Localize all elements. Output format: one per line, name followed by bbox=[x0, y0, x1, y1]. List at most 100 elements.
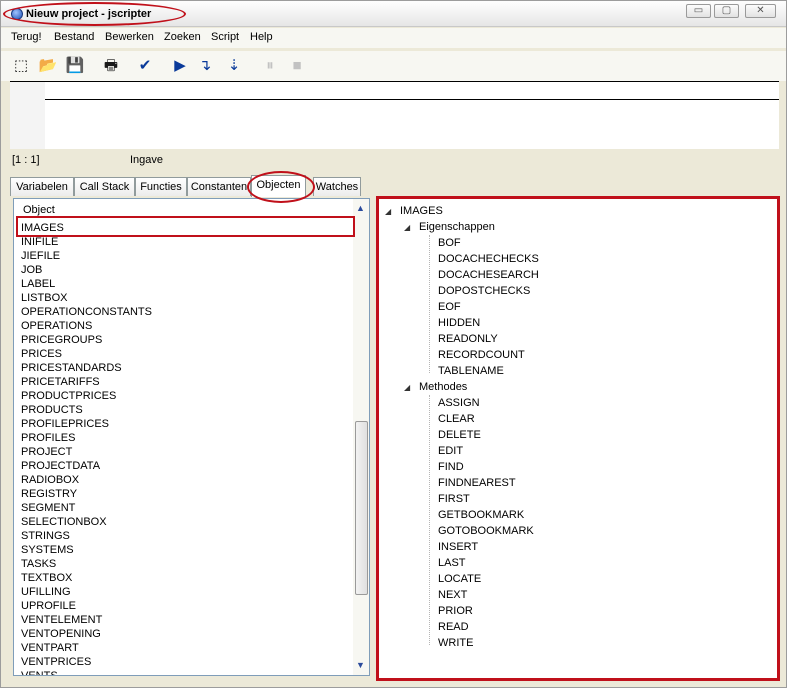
tree-member[interactable]: FIND bbox=[438, 459, 464, 475]
tree-member[interactable]: RECORDCOUNT bbox=[438, 347, 525, 363]
list-item[interactable]: LABEL bbox=[21, 277, 351, 291]
tree-group[interactable]: Eigenschappen bbox=[419, 219, 495, 235]
pause-icon: ⏸ bbox=[266, 57, 274, 74]
list-item[interactable]: VENTPRICES bbox=[21, 655, 351, 669]
list-item[interactable]: REGISTRY bbox=[21, 487, 351, 501]
list-item[interactable]: VENTELEMENT bbox=[21, 613, 351, 627]
print-icon[interactable]: 🖶 bbox=[101, 56, 121, 76]
check-syntax-icon[interactable]: ✔ bbox=[135, 56, 155, 76]
tree-member[interactable]: FINDNEAREST bbox=[438, 475, 516, 491]
minimize-button[interactable]: ▭ bbox=[686, 4, 711, 18]
tree-member[interactable]: INSERT bbox=[438, 539, 478, 555]
tree-member[interactable]: GOTOBOOKMARK bbox=[438, 523, 534, 539]
list-item[interactable]: VENTPART bbox=[21, 641, 351, 655]
list-item[interactable]: PROJECT bbox=[21, 445, 351, 459]
maximize-button[interactable]: ▢ bbox=[714, 4, 739, 18]
list-item[interactable]: PRODUCTS bbox=[21, 403, 351, 417]
tab-watches[interactable]: Watches bbox=[313, 177, 361, 196]
tree-member[interactable]: FIRST bbox=[438, 491, 470, 507]
list-item[interactable]: INIFILE bbox=[21, 235, 351, 249]
list-item[interactable]: JOB bbox=[21, 263, 351, 277]
collapse-arrow-icon[interactable]: ◢ bbox=[404, 383, 410, 392]
menu-zoeken[interactable]: Zoeken bbox=[164, 31, 201, 43]
tree-member[interactable]: DOCACHESEARCH bbox=[438, 267, 539, 283]
tree-member[interactable]: EDIT bbox=[438, 443, 463, 459]
list-item[interactable]: JIEFILE bbox=[21, 249, 351, 263]
list-item[interactable]: VENTOPENING bbox=[21, 627, 351, 641]
scroll-thumb[interactable] bbox=[355, 421, 368, 595]
list-item[interactable]: UFILLING bbox=[21, 585, 351, 599]
tab-variabelen[interactable]: Variabelen bbox=[10, 177, 74, 196]
tree-member[interactable]: NEXT bbox=[438, 587, 467, 603]
tree-member[interactable]: TABLENAME bbox=[438, 363, 504, 379]
list-item[interactable]: PRICEGROUPS bbox=[21, 333, 351, 347]
menu-terug[interactable]: Terug! bbox=[11, 31, 42, 43]
tree-member[interactable]: ASSIGN bbox=[438, 395, 480, 411]
run-icon[interactable]: ▶ bbox=[170, 56, 190, 76]
tab-call-stack[interactable]: Call Stack bbox=[74, 177, 135, 196]
list-item[interactable]: TEXTBOX bbox=[21, 571, 351, 585]
list-item[interactable]: PRODUCTPRICES bbox=[21, 389, 351, 403]
tree-root[interactable]: IMAGES bbox=[400, 203, 443, 219]
editor-mode: Ingave bbox=[130, 154, 164, 166]
new-file-icon[interactable]: ⬚ bbox=[11, 56, 31, 76]
list-item[interactable]: VENTS bbox=[21, 669, 351, 675]
list-item[interactable]: PRICETARIFFS bbox=[21, 375, 351, 389]
list-item[interactable]: RADIOBOX bbox=[21, 473, 351, 487]
step-over-icon[interactable]: ⇣ bbox=[224, 56, 244, 76]
list-item[interactable]: PRICES bbox=[21, 347, 351, 361]
list-item[interactable]: SYSTEMS bbox=[21, 543, 351, 557]
list-item[interactable]: OPERATIONCONSTANTS bbox=[21, 305, 351, 319]
list-item[interactable]: UPROFILE bbox=[21, 599, 351, 613]
list-item[interactable]: OPERATIONS bbox=[21, 319, 351, 333]
list-item[interactable]: PROFILES bbox=[21, 431, 351, 445]
tree-member[interactable]: DOCACHECHECKS bbox=[438, 251, 539, 267]
tree-member[interactable]: READONLY bbox=[438, 331, 498, 347]
cursor-position: [1 : 1] bbox=[12, 154, 40, 166]
title-bar[interactable]: Nieuw project - jscripter ▭ ▢ ✕ bbox=[1, 1, 786, 27]
tree-member[interactable]: READ bbox=[438, 619, 469, 635]
list-item[interactable]: PROFILEPRICES bbox=[21, 417, 351, 431]
tab-functies[interactable]: Functies bbox=[135, 177, 187, 196]
list-item[interactable]: TASKS bbox=[21, 557, 351, 571]
menu-bewerken[interactable]: Bewerken bbox=[105, 31, 154, 43]
tree-member[interactable]: LAST bbox=[438, 555, 466, 571]
list-item[interactable]: LISTBOX bbox=[21, 291, 351, 305]
tab-constanten[interactable]: Constanten bbox=[187, 177, 251, 196]
object-list[interactable]: Object IMAGES INIFILE JIEFILE JOB LABEL LISTB… bbox=[13, 198, 370, 676]
menu-bestand[interactable]: Bestand bbox=[54, 31, 94, 43]
menu-script[interactable]: Script bbox=[211, 31, 239, 43]
tree-member[interactable]: GETBOOKMARK bbox=[438, 507, 524, 523]
save-icon[interactable]: 💾 bbox=[65, 56, 85, 76]
tree-member[interactable]: HIDDEN bbox=[438, 315, 480, 331]
tree-guide-line bbox=[429, 235, 430, 373]
list-item[interactable]: SELECTIONBOX bbox=[21, 515, 351, 529]
menu-help[interactable]: Help bbox=[250, 31, 273, 43]
script-editor[interactable] bbox=[10, 81, 779, 149]
tree-member[interactable]: DELETE bbox=[438, 427, 481, 443]
object-members-tree[interactable]: ◢ IMAGES ◢ Eigenschappen BOF DOCACHECHECKS DOC… bbox=[376, 196, 780, 681]
list-item[interactable]: SEGMENT bbox=[21, 501, 351, 515]
list-items: IMAGES INIFILE JIEFILE JOB LABEL LISTBOX OPERA… bbox=[21, 221, 351, 675]
tree-member[interactable]: PRIOR bbox=[438, 603, 473, 619]
list-item[interactable]: PRICESTANDARDS bbox=[21, 361, 351, 375]
tree-member[interactable]: BOF bbox=[438, 235, 461, 251]
list-item[interactable]: PROJECTDATA bbox=[21, 459, 351, 473]
tree-member[interactable]: CLEAR bbox=[438, 411, 475, 427]
tree-member[interactable]: EOF bbox=[438, 299, 461, 315]
tree-member[interactable]: WRITE bbox=[438, 635, 473, 651]
tree-member[interactable]: LOCATE bbox=[438, 571, 481, 587]
scroll-up-icon[interactable]: ▲ bbox=[356, 203, 365, 213]
list-header: Object bbox=[23, 204, 55, 216]
title-highlight-annotation bbox=[3, 2, 186, 26]
debug-tabs: Variabelen Call Stack Functies Constanten Ob… bbox=[10, 175, 370, 197]
list-item[interactable]: STRINGS bbox=[21, 529, 351, 543]
tree-group[interactable]: Methodes bbox=[419, 379, 467, 395]
close-button[interactable]: ✕ bbox=[745, 4, 776, 18]
open-folder-icon[interactable]: 📂 bbox=[38, 56, 58, 76]
scroll-down-icon[interactable]: ▼ bbox=[356, 660, 365, 670]
collapse-arrow-icon[interactable]: ◢ bbox=[385, 207, 391, 216]
step-into-icon[interactable]: ↴ bbox=[195, 56, 215, 76]
collapse-arrow-icon[interactable]: ◢ bbox=[404, 223, 410, 232]
tree-member[interactable]: DOPOSTCHECKS bbox=[438, 283, 530, 299]
